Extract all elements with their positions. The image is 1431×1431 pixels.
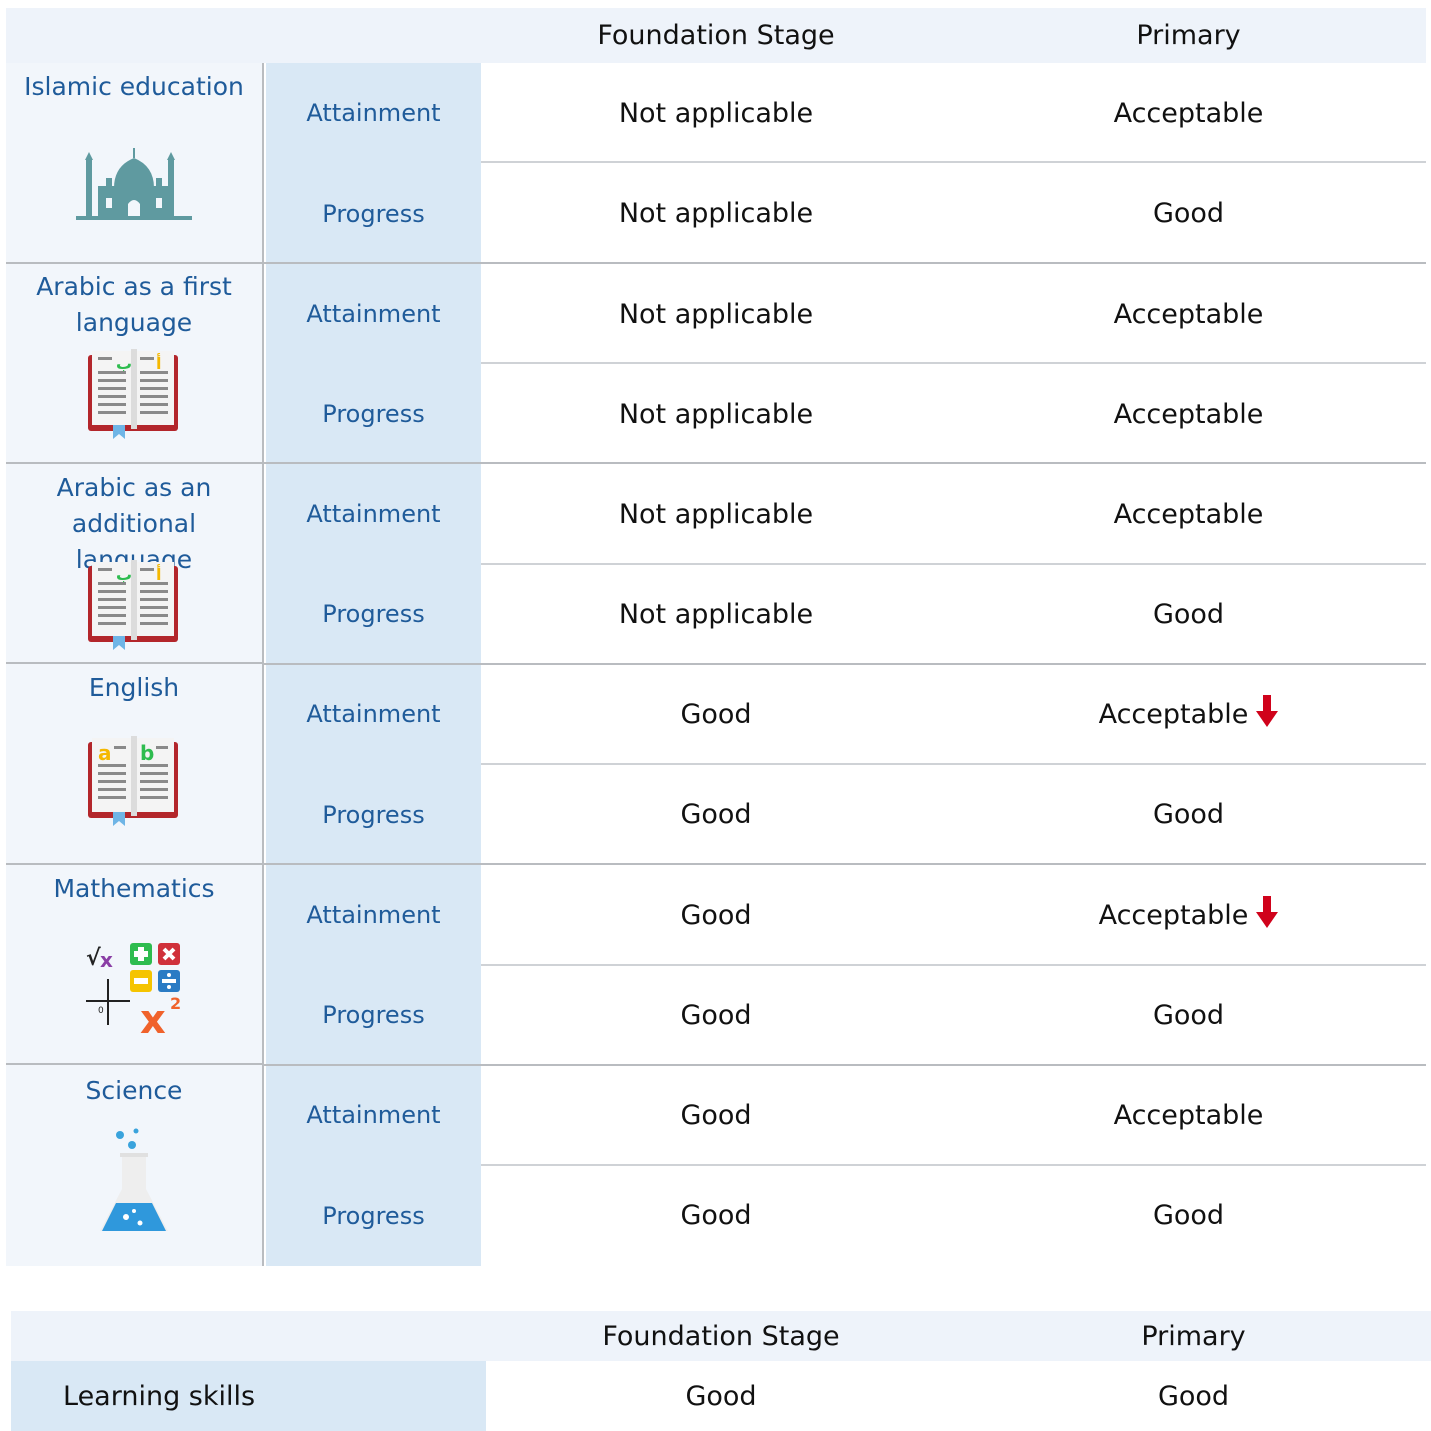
primary-value: Acceptable: [951, 865, 1426, 965]
primary-value: Good: [951, 965, 1426, 1065]
subject-arabic-additional-language: Arabic as an additional language ب أ: [6, 464, 264, 664]
primary-value-text: Acceptable: [1113, 97, 1264, 129]
svg-text:2: 2: [170, 994, 181, 1013]
header-foundation-stage: Foundation Stage: [597, 20, 835, 51]
type-progress: Progress: [266, 163, 481, 264]
type-attainment: Attainment: [266, 264, 481, 364]
svg-text:أ: أ: [156, 564, 161, 584]
type-attainment: Attainment: [266, 1065, 481, 1165]
type-attainment: Attainment: [266, 664, 481, 764]
type-attainment: Attainment: [266, 865, 481, 965]
primary-value: Good: [951, 163, 1426, 264]
primary-value: Good: [951, 564, 1426, 664]
svg-text:√: √: [86, 946, 101, 971]
foundation-value: Good: [680, 1099, 752, 1131]
svg-text:ب: ب: [116, 565, 132, 584]
primary-value-text: Acceptable: [1113, 498, 1264, 530]
primary-value-text: Good: [1152, 799, 1225, 830]
primary-value-text: Acceptable: [1113, 398, 1264, 430]
primary-value: Good: [1157, 1380, 1230, 1412]
type-progress: Progress: [266, 364, 481, 464]
down-arrow-icon: [1256, 694, 1279, 734]
primary-value: Good: [951, 764, 1426, 865]
foundation-value: Good: [680, 1200, 752, 1231]
subject-name: Islamic education: [24, 72, 244, 101]
svg-text:ب: ب: [116, 354, 132, 373]
subject-science: Science: [6, 1065, 264, 1266]
english-book-icon: a b: [88, 736, 180, 830]
type-progress: Progress: [266, 1165, 481, 1266]
foundation-value: Good: [680, 799, 752, 830]
primary-value: Good: [951, 1165, 1426, 1266]
primary-value-text: Good: [1152, 198, 1225, 229]
svg-text:x: x: [100, 948, 113, 972]
svg-text:a: a: [98, 741, 112, 765]
foundation-value: Not applicable: [618, 198, 814, 229]
subject-name: Mathematics: [53, 874, 215, 903]
subject-islamic-education: Islamic education: [6, 63, 264, 264]
foundation-value: Good: [685, 1380, 757, 1412]
type-progress: Progress: [266, 965, 481, 1065]
arabic-book-icon: ب أ: [88, 349, 180, 443]
primary-value: Acceptable: [951, 464, 1426, 564]
foundation-value: Not applicable: [618, 598, 814, 630]
svg-text:b: b: [140, 741, 154, 765]
foundation-value: Not applicable: [618, 97, 814, 129]
subject-arabic-first-language: Arabic as a first language ب أ: [6, 264, 264, 464]
header-primary: Primary: [1136, 20, 1241, 51]
subject-name: English: [88, 673, 180, 702]
primary-value-text: Acceptable: [1098, 899, 1249, 931]
subject-name: Arabic as a first language: [36, 272, 232, 337]
foundation-value: Good: [680, 899, 752, 931]
type-attainment: Attainment: [266, 464, 481, 564]
math-symbols-icon: √ x 0 x 2: [84, 939, 184, 1043]
primary-value: Acceptable: [951, 264, 1426, 364]
type-progress: Progress: [266, 764, 481, 865]
primary-value-text: Good: [1152, 598, 1225, 630]
flask-icon: [98, 1125, 170, 1244]
down-arrow-icon: [1256, 895, 1279, 935]
primary-value-text: Acceptable: [1113, 298, 1264, 330]
arabic-book-icon: ب أ: [88, 560, 180, 654]
table2-header: Foundation Stage Primary: [11, 1311, 1431, 1361]
primary-value: Acceptable: [951, 364, 1426, 464]
primary-value-text: Good: [1152, 1200, 1225, 1231]
type-attainment: Attainment: [266, 63, 481, 163]
foundation-value: Good: [680, 698, 752, 730]
foundation-value: Not applicable: [618, 298, 814, 330]
header-foundation-stage: Foundation Stage: [602, 1320, 840, 1352]
mosque-icon: [76, 148, 192, 227]
svg-text:x: x: [140, 997, 166, 1039]
svg-text:أ: أ: [156, 353, 161, 373]
subject-english: English a b: [6, 664, 264, 865]
header-primary: Primary: [1141, 1320, 1246, 1352]
primary-value: Acceptable: [951, 664, 1426, 764]
primary-value: Acceptable: [951, 63, 1426, 163]
subject-name: Science: [85, 1076, 183, 1105]
primary-value-text: Acceptable: [1113, 1099, 1264, 1131]
foundation-value: Not applicable: [618, 498, 814, 530]
primary-value-text: Good: [1152, 999, 1225, 1031]
learning-skills-label: Learning skills: [11, 1361, 486, 1431]
subject-mathematics: Mathematics √ x 0 x 2: [6, 865, 264, 1065]
primary-value-text: Acceptable: [1098, 698, 1249, 730]
foundation-value: Not applicable: [618, 398, 814, 430]
svg-text:0: 0: [98, 1006, 104, 1016]
table1-header: Foundation Stage Primary: [6, 8, 1426, 63]
type-progress: Progress: [266, 564, 481, 664]
foundation-value: Good: [680, 999, 752, 1031]
primary-value: Acceptable: [951, 1065, 1426, 1165]
